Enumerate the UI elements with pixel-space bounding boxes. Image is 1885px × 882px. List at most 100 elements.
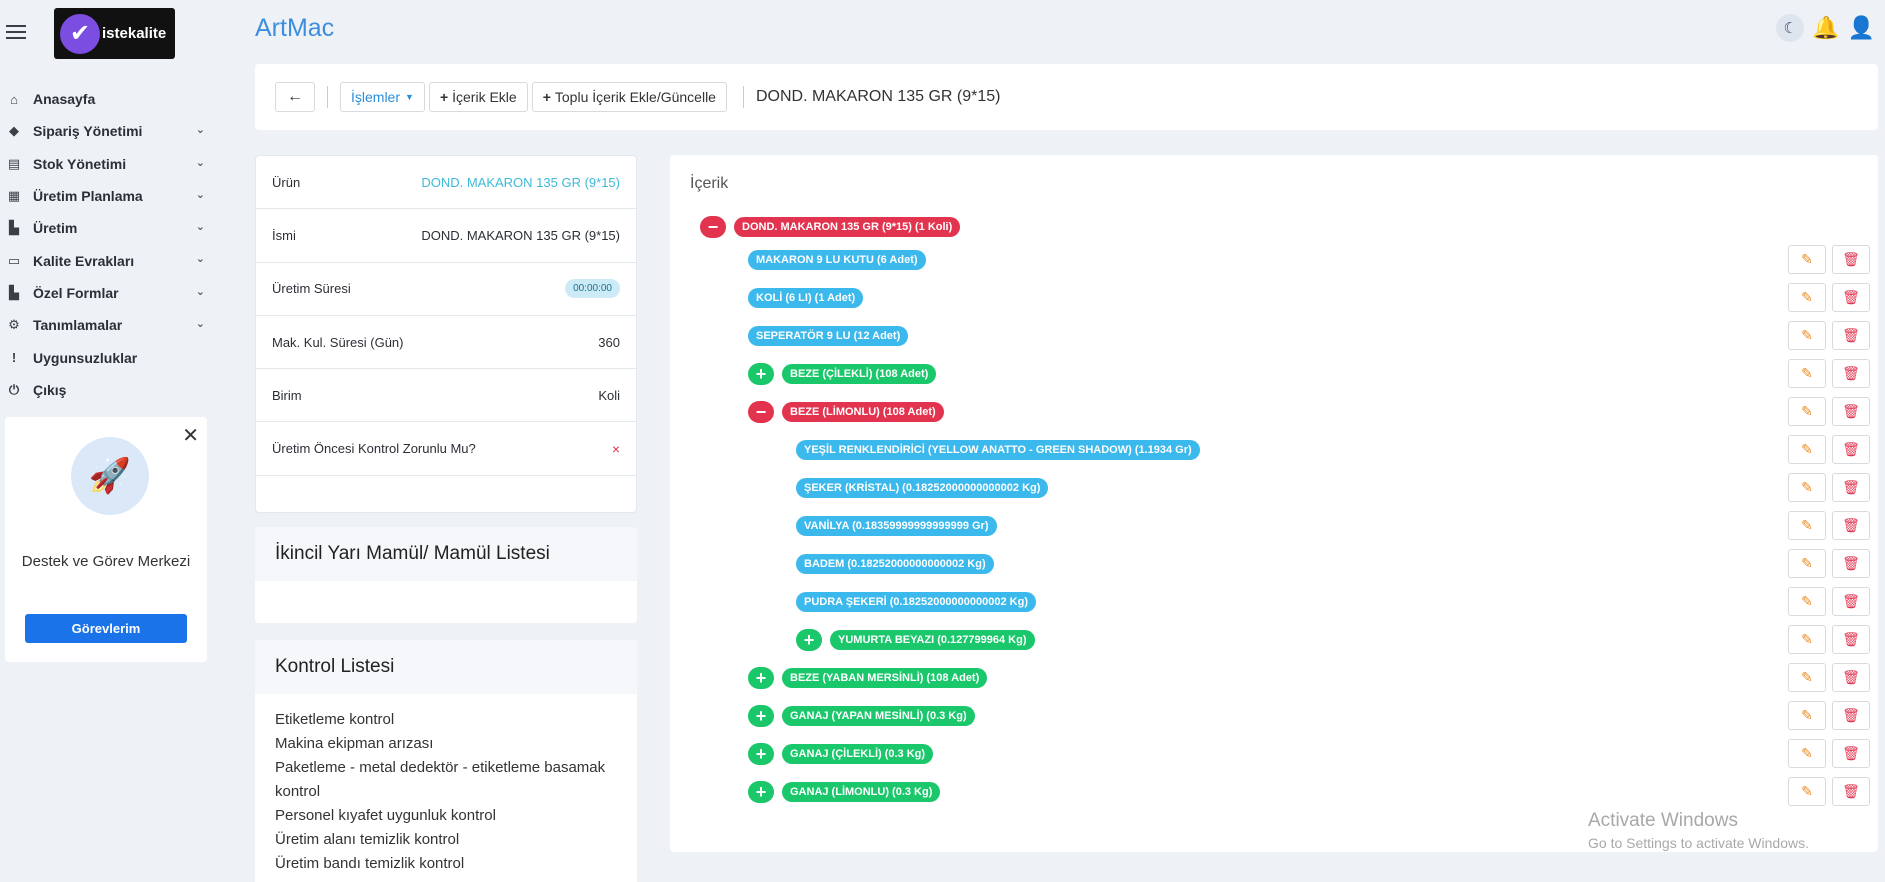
trash-icon[interactable]: 🗑 (1832, 283, 1870, 312)
trash-icon[interactable]: 🗑 (1832, 663, 1870, 692)
pencil-icon[interactable]: ✎ (1788, 473, 1826, 502)
trash-icon[interactable]: 🗑 (1832, 435, 1870, 464)
tree-node-label[interactable]: BEZE (ÇİLEKLİ) (108 Adet) (782, 364, 937, 384)
expand-plus-icon[interactable]: + (748, 743, 774, 765)
close-icon[interactable]: ✕ (182, 423, 199, 448)
checklist-item: Paketleme - metal dedektör - etiketleme … (275, 759, 606, 800)
pencil-icon[interactable]: ✎ (1788, 663, 1826, 692)
sidebar-item-9[interactable]: ⏻ Çıkış (0, 374, 215, 406)
pencil-icon[interactable]: ✎ (1788, 701, 1826, 730)
pencil-icon[interactable]: ✎ (1788, 625, 1826, 654)
trash-icon[interactable]: 🗑 (1832, 587, 1870, 616)
support-title: Destek ve Görev Merkezi (21, 553, 191, 570)
tree-node-label[interactable]: GANAJ (ÇİLEKLİ) (0.3 Kg) (782, 744, 934, 764)
logo-text: istekalite (102, 25, 167, 42)
expand-plus-icon[interactable]: + (748, 363, 774, 385)
trash-icon[interactable]: 🗑 (1832, 245, 1870, 274)
add-content-button[interactable]: + İçerik Ekle (428, 82, 528, 112)
pencil-icon[interactable]: ✎ (1788, 321, 1826, 350)
tree-node: YEŞİL RENKLENDİRİCİ (YELLOW ANATTO - GRE… (690, 431, 1870, 469)
sidebar-item-label: Üretim Planlama (33, 188, 143, 205)
trash-icon[interactable]: 🗑 (1832, 321, 1870, 350)
sidebar-item-3[interactable]: ▦ Üretim Planlama ⌄ (0, 180, 215, 212)
pencil-icon[interactable]: ✎ (1788, 397, 1826, 426)
moon-icon[interactable]: ☾ (1776, 14, 1805, 42)
tree-node-label[interactable]: ŞEKER (KRİSTAL) (0.18252000000000002 Kg) (796, 478, 1049, 498)
windows-watermark: Activate Windows Go to Settings to activ… (1588, 810, 1809, 851)
expand-plus-icon[interactable]: + (748, 705, 774, 727)
sidebar-item-1[interactable]: ◆ Sipariş Yönetimi ⌄ (0, 115, 215, 147)
plus-icon: + (439, 89, 449, 105)
bulk-content-button[interactable]: + Toplu İçerik Ekle/Güncelle (531, 82, 727, 112)
sidebar-item-label: Sipariş Yönetimi (33, 123, 143, 140)
tree-node-label[interactable]: BEZE (LİMONLU) (108 Adet) (782, 402, 944, 422)
user-cog-icon: ⚙ (8, 317, 20, 333)
sidebar-item-4[interactable]: ▙ Üretim ⌄ (0, 212, 215, 244)
sidebar-item-6[interactable]: ▙ Özel Formlar ⌄ (0, 277, 215, 309)
sidebar-item-0[interactable]: ⌂ Anasayfa (0, 83, 215, 115)
pencil-icon[interactable]: ✎ (1788, 283, 1826, 312)
trash-icon[interactable]: 🗑 (1832, 739, 1870, 768)
tree-node-label[interactable]: KOLİ (6 LI) (1 Adet) (748, 288, 864, 308)
sidebar-item-8[interactable]: ! Uygunsuzluklar (0, 341, 215, 373)
property-label: Birim (272, 387, 302, 403)
tree-node-label[interactable]: VANİLYA (0.18359999999999999 Gr) (796, 516, 997, 536)
menu-toggle-icon[interactable] (6, 25, 26, 39)
pencil-icon[interactable]: ✎ (1788, 435, 1826, 464)
top-right-controls: ☾ 🔔 👤 (1776, 14, 1875, 42)
sidebar-item-7[interactable]: ⚙ Tanımlamalar ⌄ (0, 309, 215, 341)
sidebar-item-label: Özel Formlar (33, 284, 119, 301)
tree-node-label[interactable]: GANAJ (LİMONLU) (0.3 Kg) (782, 782, 941, 802)
trash-icon[interactable]: 🗑 (1832, 625, 1870, 654)
trash-icon[interactable]: 🗑 (1832, 511, 1870, 540)
tree-node-label[interactable]: BADEM (0.18252000000000002 Kg) (796, 554, 994, 574)
trash-icon[interactable]: 🗑 (1832, 777, 1870, 806)
tree-node: MAKARON 9 LU KUTU (6 Adet) ✎ 🗑 (690, 241, 1870, 279)
checklist-item: Üretim alanı temizlik kontrol (275, 831, 460, 848)
tree-node-label[interactable]: YUMURTA BEYAZI (0.127799964 Kg) (830, 630, 1035, 650)
trash-icon[interactable]: 🗑 (1832, 473, 1870, 502)
pencil-icon[interactable]: ✎ (1788, 359, 1826, 388)
tree-node-label[interactable]: SEPERATÖR 9 LU (12 Adet) (748, 326, 909, 346)
tree-node-label[interactable]: YEŞİL RENKLENDİRİCİ (YELLOW ANATTO - GRE… (796, 440, 1200, 460)
collapse-minus-icon[interactable]: − (748, 401, 774, 423)
expand-plus-icon[interactable]: + (748, 667, 774, 689)
tree-node: + GANAJ (ÇİLEKLİ) (0.3 Kg) ✎ 🗑 (690, 735, 1870, 773)
pencil-icon[interactable]: ✎ (1788, 739, 1826, 768)
collapse-minus-icon[interactable]: − (700, 216, 726, 238)
secondary-list-card: İkincil Yarı Mamül/ Mamül Listesi (255, 527, 637, 623)
pencil-icon[interactable]: ✎ (1788, 549, 1826, 578)
tree-node-label[interactable]: GANAJ (YAPAN MESİNLİ) (0.3 Kg) (782, 706, 975, 726)
pencil-icon[interactable]: ✎ (1788, 511, 1826, 540)
content-tree-card: İçerik − DOND. MAKARON 135 GR (9*15) (1 K… (670, 155, 1878, 852)
trash-icon[interactable]: 🗑 (1832, 701, 1870, 730)
pencil-icon[interactable]: ✎ (1788, 245, 1826, 274)
back-button[interactable]: ← (275, 82, 315, 112)
tree-node-label[interactable]: MAKARON 9 LU KUTU (6 Adet) (748, 250, 926, 270)
sidebar-item-2[interactable]: ▤ Stok Yönetimi ⌄ (0, 148, 215, 180)
trash-icon[interactable]: 🗑 (1832, 549, 1870, 578)
chevron-down-icon: ⌄ (195, 221, 205, 234)
bulk-content-label: Toplu İçerik Ekle/Güncelle (554, 89, 716, 105)
sidebar-item-5[interactable]: ▭ Kalite Evrakları ⌄ (0, 244, 215, 276)
content-tree-title: İçerik (690, 175, 729, 192)
checklist-item: Etiketleme kontrol (275, 711, 395, 728)
tasks-button[interactable]: Görevlerim (25, 614, 187, 643)
breadcrumb: DOND. MAKARON 135 GR (9*15) (755, 88, 1001, 105)
expand-plus-icon[interactable]: + (748, 781, 774, 803)
tree-node-label[interactable]: DOND. MAKARON 135 GR (9*15) (1 Koli) (734, 217, 961, 237)
tree-node: + GANAJ (LİMONLU) (0.3 Kg) ✎ 🗑 (690, 773, 1870, 811)
bell-icon[interactable]: 🔔 (1812, 15, 1839, 41)
tree-node-label[interactable]: PUDRA ŞEKERİ (0.18252000000000002 Kg) (796, 592, 1036, 612)
trash-icon[interactable]: 🗑 (1832, 397, 1870, 426)
actions-dropdown[interactable]: İşlemler ▼ (340, 82, 425, 112)
sidebar-item-label: Tanımlamalar (33, 317, 123, 334)
trash-icon[interactable]: 🗑 (1832, 359, 1870, 388)
pencil-icon[interactable]: ✎ (1788, 587, 1826, 616)
user-icon[interactable]: 👤 (1848, 15, 1875, 41)
expand-plus-icon[interactable]: + (796, 629, 822, 651)
property-value[interactable]: DOND. MAKARON 135 GR (9*15) (421, 175, 620, 190)
brand-logo[interactable]: ✔ istekalite (54, 8, 175, 59)
tree-node-label[interactable]: BEZE (YABAN MERSİNLİ) (108 Adet) (782, 668, 988, 688)
pencil-icon[interactable]: ✎ (1788, 777, 1826, 806)
